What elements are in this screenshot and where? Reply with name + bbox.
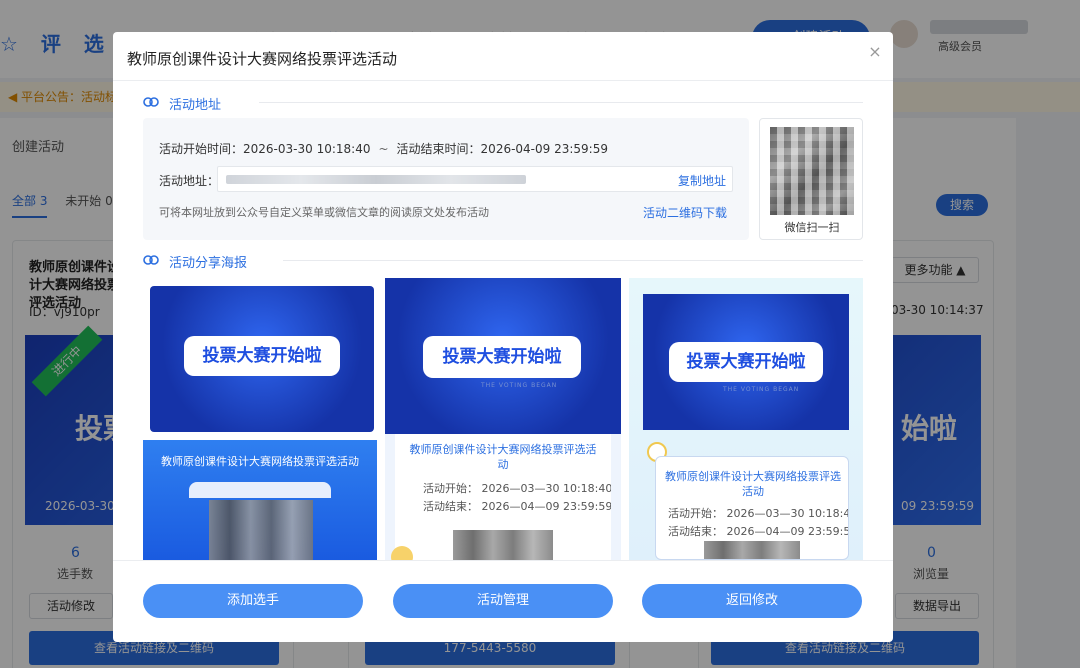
end-label: 活动结束时间：	[396, 142, 481, 156]
add-contestant-button[interactable]: 添加选手	[143, 584, 363, 618]
qr-code-image	[770, 127, 854, 215]
address-label: 活动地址：	[159, 174, 220, 188]
link-icon	[143, 97, 159, 107]
poster-body: 教师原创课件设计大赛网络投票评选活动	[143, 440, 377, 560]
divider	[113, 80, 893, 81]
copy-address-link[interactable]: 复制地址	[678, 172, 726, 189]
poster-3[interactable]: 投票大赛开始啦 THE VOTING BEGAN 教师原创课件设计大赛网络投票评…	[629, 278, 863, 560]
divider	[113, 560, 893, 561]
poster-gallery: 投票大赛开始啦 教师原创课件设计大赛网络投票评选活动 投票大赛开始啦 THE V…	[143, 278, 863, 560]
poster-end: 活动结束： 2026—04—09 23:59:59	[668, 525, 849, 538]
activity-manage-button[interactable]: 活动管理	[393, 584, 613, 618]
poster-body: 教师原创课件设计大赛网络投票评选活动 活动开始： 2026—03—30 10:1…	[395, 434, 611, 560]
poster-qr-blurred	[209, 500, 313, 560]
modal-title: 教师原创课件设计大赛网络投票评选活动	[127, 50, 398, 68]
start-label: 活动开始时间：	[159, 142, 244, 156]
poster-1[interactable]: 投票大赛开始啦 教师原创课件设计大赛网络投票评选活动	[143, 278, 377, 560]
poster-section-header: 活动分享海报	[143, 252, 863, 271]
qr-download-link[interactable]: 活动二维码下载	[643, 204, 727, 221]
banner-headline: 投票大赛开始啦	[423, 336, 581, 378]
divider	[283, 260, 863, 261]
poster-qr-blurred	[453, 530, 553, 560]
address-box: 活动开始时间：2026-03-30 10:18:40 ~ 活动结束时间：2026-0…	[143, 118, 749, 240]
poster-banner: 投票大赛开始啦 THE VOTING BEGAN	[643, 294, 849, 430]
poster-end: 活动结束： 2026—04—09 23:59:59	[423, 500, 611, 513]
time-separator: ~	[378, 142, 389, 156]
section-label: 活动分享海报	[169, 256, 248, 271]
close-icon[interactable]: ×	[865, 42, 885, 62]
poster-body: 教师原创课件设计大赛网络投票评选活动 活动开始： 2026—03—30 10:1…	[655, 456, 849, 560]
section-label: 活动地址	[169, 98, 222, 113]
poster-title: 教师原创课件设计大赛网络投票评选活动	[161, 455, 359, 468]
qr-code-box: 微信扫一扫	[759, 118, 863, 240]
poster-start: 活动开始： 2026—03—30 10:18:40	[423, 482, 611, 495]
activity-time: 活动开始时间：2026-03-30 10:18:40 ~ 活动结束时间：2026-0…	[159, 140, 608, 157]
poster-start: 活动开始： 2026—03—30 10:18:40	[668, 507, 849, 520]
poster-2[interactable]: 投票大赛开始啦 THE VOTING BEGAN 教师原创课件设计大赛网络投票评…	[385, 278, 621, 560]
poster-banner: 投票大赛开始啦 THE VOTING BEGAN	[385, 278, 621, 434]
address-field[interactable]: 复制地址	[217, 166, 733, 192]
start-time: 2026-03-30 10:18:40	[243, 142, 371, 156]
qr-caption: 微信扫一扫	[784, 221, 840, 234]
address-section-header: 活动地址	[143, 94, 863, 113]
end-time: 2026-04-09 23:59:59	[480, 142, 608, 156]
banner-subtitle: THE VOTING BEGAN	[481, 382, 558, 389]
address-value-blurred	[226, 175, 526, 184]
link-icon	[143, 255, 159, 265]
poster-qr-blurred	[704, 541, 800, 559]
divider	[259, 102, 863, 103]
banner-headline: 投票大赛开始啦	[669, 342, 823, 382]
address-hint: 可将本网址放到公众号自定义菜单或微信文章的阅读原文处发布活动	[159, 206, 489, 219]
back-edit-button[interactable]: 返回修改	[642, 584, 862, 618]
banner-subtitle: THE VOTING BEGAN	[723, 386, 800, 393]
poster-title: 教师原创课件设计大赛网络投票评选活动	[409, 443, 597, 471]
poster-banner: 投票大赛开始啦	[150, 286, 374, 432]
scroll-top	[189, 482, 331, 498]
banner-headline: 投票大赛开始啦	[184, 336, 340, 376]
activity-modal: 教师原创课件设计大赛网络投票评选活动 × 活动地址 活动开始时间：2026-03…	[113, 32, 893, 642]
poster-title: 教师原创课件设计大赛网络投票评选活动	[665, 470, 841, 498]
